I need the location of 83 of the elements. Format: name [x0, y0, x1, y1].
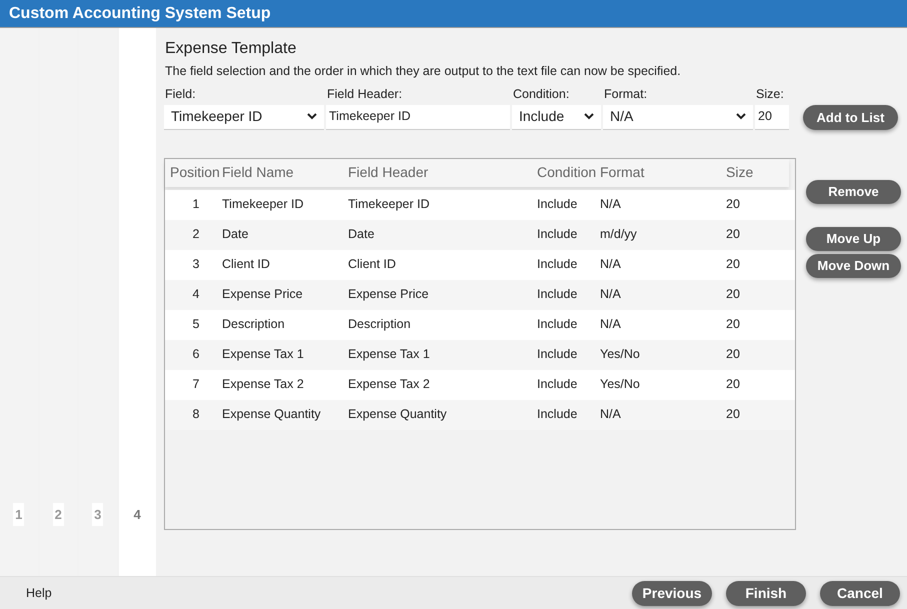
table-cell: Description	[348, 317, 411, 332]
table-cell: Client ID	[348, 257, 396, 272]
table-cell: Expense Tax 2	[348, 377, 430, 392]
table-cell: 8	[192, 407, 200, 422]
field-dropdown[interactable]: Timekeeper ID	[164, 104, 324, 130]
table-cell: N/A	[600, 257, 621, 272]
table-cell: 20	[726, 257, 740, 272]
format-dropdown[interactable]: N/A	[603, 104, 753, 130]
table-cell: 3	[192, 257, 200, 272]
table-cell: Client ID	[222, 257, 270, 272]
table-row[interactable]: 5 Description Description Include N/A 20	[165, 310, 795, 340]
table-cell: 7	[192, 377, 200, 392]
table-cell: Expense Quantity	[348, 407, 447, 422]
table-cell: Date	[222, 227, 248, 242]
description-text: The field selection and the order in which they are output to the text file can now be specified.	[164, 63, 682, 80]
field-label: Condition:	[512, 86, 570, 103]
section-heading: Expense Template	[164, 39, 298, 57]
table-cell: Include	[537, 407, 578, 422]
footer-button[interactable]: Cancel	[820, 580, 900, 606]
add-to-list-button[interactable]: Add to List	[803, 104, 898, 130]
footer-button[interactable]: Finish	[726, 580, 806, 606]
table-cell: Include	[537, 317, 578, 332]
column-header[interactable]: Position	[165, 162, 222, 184]
table-cell: 20	[726, 317, 740, 332]
header-input[interactable]: Timekeeper ID	[326, 104, 510, 130]
table-cell: N/A	[600, 287, 621, 302]
step-tab[interactable]: 4	[118, 28, 156, 576]
remove-button[interactable]: Remove	[806, 180, 901, 204]
table-cell: Description	[222, 317, 285, 332]
table-cell: Yes/No	[600, 347, 640, 362]
caret-icon	[584, 113, 594, 120]
table-cell: Timekeeper ID	[348, 197, 430, 212]
footer-button[interactable]: Previous	[632, 580, 712, 606]
field-label: Field:	[164, 86, 197, 103]
table-cell: 6	[192, 347, 200, 362]
table-cell: Expense Tax 1	[222, 347, 304, 362]
caret-icon	[307, 113, 317, 120]
table-cell: Yes/No	[600, 377, 640, 392]
table-cell: Expense Quantity	[222, 407, 321, 422]
help-link[interactable]: Help	[26, 584, 632, 602]
table-cell: N/A	[600, 197, 621, 212]
table-cell: Expense Tax 2	[222, 377, 304, 392]
table-cell: 2	[192, 227, 200, 242]
size-input[interactable]: 20	[755, 104, 789, 130]
column-header[interactable]: Condition	[537, 162, 600, 184]
table-cell: Include	[537, 227, 578, 242]
table-cell: 20	[726, 407, 740, 422]
column-header[interactable]: Field Header	[348, 162, 537, 184]
table-cell: 4	[192, 287, 200, 302]
table-cell: Include	[537, 287, 578, 302]
column-header[interactable]: Format	[600, 162, 726, 184]
table-row[interactable]: 1 Timekeeper ID Timekeeper ID Include N/A 20	[165, 190, 795, 220]
table-cell: 20	[726, 287, 740, 302]
table-cell: Include	[537, 257, 578, 272]
field-label: Format:	[603, 86, 648, 103]
table-cell: N/A	[600, 407, 621, 422]
column-header[interactable]: Field Name	[222, 162, 348, 184]
table-cell: 20	[726, 377, 740, 392]
table-cell: Include	[537, 347, 578, 362]
field-label: Size:	[755, 86, 785, 103]
table-row[interactable]: 3 Client ID Client ID Include N/A 20	[165, 250, 795, 280]
table-cell: Expense Tax 1	[348, 347, 430, 362]
table-cell: Expense Price	[222, 287, 303, 302]
condition-dropdown[interactable]: Include	[512, 104, 601, 130]
table-cell: m/d/yy	[600, 227, 637, 242]
table-cell: 1	[192, 197, 200, 212]
table-cell: 20	[726, 227, 740, 242]
table-cell: 20	[726, 197, 740, 212]
table-cell: Date	[348, 227, 374, 242]
move-down-button[interactable]: Move Down	[806, 254, 901, 278]
table-cell: 20	[726, 347, 740, 362]
table-cell: Expense Price	[348, 287, 429, 302]
table-cell: Include	[537, 377, 578, 392]
table-row[interactable]: 7 Expense Tax 2 Expense Tax 2 Include Yes/No 20	[165, 370, 795, 400]
window-title: Custom Accounting System Setup	[0, 0, 907, 28]
table-cell: Include	[537, 197, 578, 212]
move-up-button[interactable]: Move Up	[806, 226, 901, 251]
caret-icon	[736, 113, 746, 120]
table-cell: Timekeeper ID	[222, 197, 304, 212]
table-cell: N/A	[600, 317, 621, 332]
field-label: Field Header:	[326, 86, 404, 103]
column-header[interactable]: Size	[726, 162, 786, 184]
table-cell: 5	[192, 317, 200, 332]
